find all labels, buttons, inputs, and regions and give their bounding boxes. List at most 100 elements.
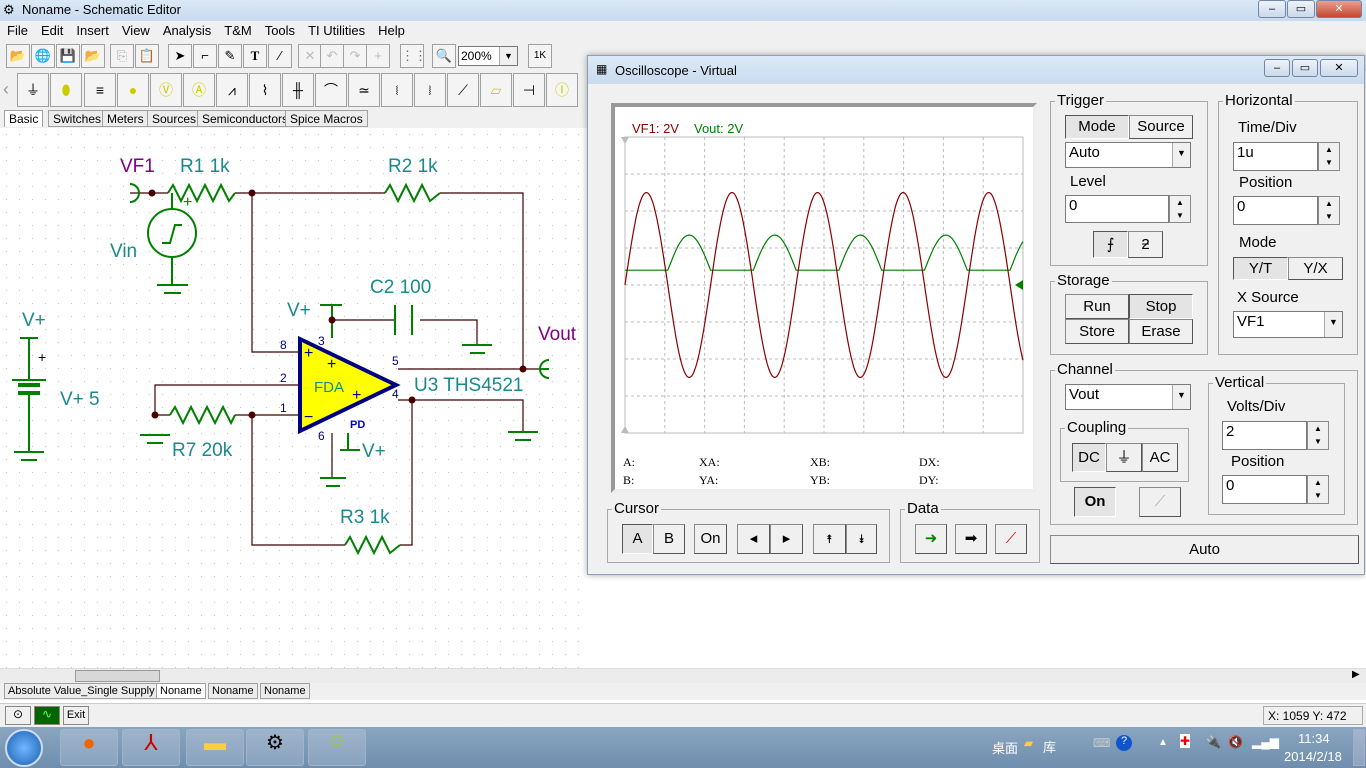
inductor-icon[interactable]: ⌒ — [315, 73, 347, 107]
storage-run-button[interactable]: Run — [1065, 294, 1129, 319]
tab-spice-macros[interactable]: Spice Macros — [285, 110, 368, 127]
open-folder-icon[interactable]: 📂 — [81, 44, 105, 68]
v-position-input[interactable]: 0 — [1222, 475, 1307, 504]
volts-div-spinner[interactable]: ▲ ▼ — [1307, 421, 1329, 450]
scope-maximize-button[interactable]: ▭ — [1292, 59, 1318, 77]
waveform-icon[interactable]: ∿ — [34, 706, 60, 725]
app-task[interactable]: ☺ — [308, 729, 366, 766]
menu-view[interactable]: View — [115, 21, 156, 38]
doc-tab-noname-2[interactable]: Noname — [208, 683, 258, 699]
cursor-up-button[interactable]: ⯭ — [813, 524, 846, 554]
show-hidden-icons[interactable]: ▲ — [1158, 737, 1168, 748]
capacitor-icon[interactable]: ╫ — [282, 73, 314, 107]
volts-div-input[interactable]: 2 — [1222, 421, 1307, 450]
h-position-input[interactable]: 0 — [1233, 196, 1318, 225]
horizontal-scrollbar[interactable]: ▶ — [0, 668, 1366, 683]
scrollbar-thumb[interactable] — [75, 670, 160, 682]
exit-button[interactable]: Exit — [63, 706, 89, 725]
network-icon[interactable]: ▂▄▆ — [1252, 735, 1279, 749]
close-button[interactable]: ✕ — [1316, 0, 1362, 18]
scroll-left-icon[interactable]: ‹ — [3, 79, 9, 100]
menu-insert[interactable]: Insert — [69, 21, 115, 38]
library-label[interactable]: 库 — [1043, 737, 1056, 756]
trigger-mode-button[interactable]: Mode — [1065, 115, 1129, 139]
menu-tm[interactable]: T&M — [217, 21, 257, 38]
copy-icon[interactable]: ⎘ — [110, 44, 134, 68]
cursor-right-button[interactable]: ▸ — [770, 524, 803, 554]
junction-icon[interactable]: + — [366, 44, 390, 68]
current-source-icon[interactable]: ⬮ — [50, 73, 82, 107]
pointer-icon[interactable]: ➤ — [168, 44, 192, 68]
open-icon[interactable]: 📂 — [6, 44, 30, 68]
schematic-canvas[interactable]: VF1 R1 1k R2 1k Vin + C2 100 V+ V+ + V+ … — [0, 128, 587, 668]
probe-icon[interactable]: ⟋ — [1139, 487, 1181, 517]
scope-close-button[interactable]: ✕ — [1320, 59, 1358, 77]
ammeter-icon[interactable]: Ⓐ — [183, 73, 215, 107]
tab-semiconductors[interactable]: Semiconductors — [197, 110, 294, 127]
curve-icon[interactable]: ⟋ — [995, 524, 1027, 554]
cursor-on-button[interactable]: On — [694, 524, 727, 554]
core-inductor-icon[interactable]: ≃ — [348, 73, 380, 107]
x-source-select[interactable]: VF1 ▼ — [1233, 311, 1343, 338]
tina-task[interactable]: ⚙ — [246, 729, 304, 766]
maximize-button[interactable]: ▭ — [1287, 0, 1315, 18]
web-icon[interactable]: 🌐 — [31, 44, 55, 68]
menu-analysis[interactable]: Analysis — [156, 21, 217, 38]
save-icon[interactable]: 💾 — [56, 44, 80, 68]
yx-mode-button[interactable]: Y/X — [1288, 257, 1343, 280]
menu-edit[interactable]: Edit — [34, 21, 69, 38]
cursor-a-button[interactable]: A — [622, 524, 653, 554]
thermistor-icon[interactable]: ▱ — [480, 73, 512, 107]
doc-tab-noname-3[interactable]: Noname — [260, 683, 310, 699]
cursor-b-button[interactable]: B — [653, 524, 685, 554]
menu-ti-utilities[interactable]: TI Utilities — [301, 21, 371, 38]
resistor-icon[interactable]: ⩘ — [216, 73, 248, 107]
clock-date[interactable]: 2014/2/18 — [1284, 749, 1342, 764]
cursor-left-button[interactable]: ◂ — [737, 524, 770, 554]
trigger-source-button[interactable]: Source — [1129, 115, 1193, 139]
potentiometer-icon[interactable]: ⌇ — [249, 73, 281, 107]
tab-sources[interactable]: Sources — [147, 110, 202, 127]
voltmeter-icon[interactable]: Ⓥ — [150, 73, 182, 107]
time-div-input[interactable]: 1u — [1233, 142, 1318, 171]
storage-stop-button[interactable]: Stop — [1129, 294, 1193, 319]
cursor-down-button[interactable]: ⯯ — [846, 524, 877, 554]
coupling-dc-button[interactable]: DC — [1072, 443, 1106, 472]
ic-source-icon[interactable]: Ⓘ — [546, 73, 578, 107]
power-icon[interactable]: 🔌 — [1206, 735, 1221, 749]
menu-file[interactable]: File — [0, 21, 34, 38]
text-icon[interactable]: T — [243, 44, 267, 68]
tab-meters[interactable]: Meters — [102, 110, 149, 127]
storage-store-button[interactable]: Store — [1065, 319, 1129, 344]
menu-tools[interactable]: Tools — [258, 21, 301, 38]
security-icon[interactable]: ✚ — [1180, 734, 1191, 748]
pen-icon[interactable]: ✎ — [218, 44, 242, 68]
voltage-generator-icon[interactable]: ● — [117, 73, 149, 107]
pdf-reader-task[interactable]: ⅄ — [122, 729, 180, 766]
resistor-value-icon[interactable]: 1K — [528, 44, 552, 68]
wire-icon[interactable]: ⌐ — [193, 44, 217, 68]
v-position-spinner[interactable]: ▲ ▼ — [1307, 475, 1329, 504]
explorer-task[interactable]: ▬ — [186, 729, 244, 766]
firefox-task[interactable]: ● — [60, 729, 118, 766]
level-input[interactable]: 0 — [1065, 195, 1169, 223]
start-button[interactable] — [5, 729, 43, 767]
export-data-icon[interactable]: ➜ — [915, 524, 947, 554]
wire-end-icon[interactable]: ⊣ — [513, 73, 545, 107]
keyboard-icon[interactable]: ⌨ — [1093, 736, 1110, 750]
auto-button[interactable]: Auto — [1050, 535, 1359, 564]
grid-icon[interactable]: ⋮⋮ — [400, 44, 427, 68]
minimize-button[interactable]: ‒ — [1258, 0, 1286, 18]
menu-help[interactable]: Help — [371, 21, 411, 38]
tab-basic[interactable]: Basic — [4, 110, 44, 127]
tab-switches[interactable]: Switches — [48, 110, 107, 127]
clock-time[interactable]: 11:34 — [1298, 731, 1330, 746]
channel-select[interactable]: Vout ▼ — [1065, 384, 1191, 410]
battery-icon[interactable]: ≡ — [84, 73, 116, 107]
volume-muted-icon[interactable]: 🔇 — [1228, 735, 1243, 749]
scope-minimize-button[interactable]: ‒ — [1264, 59, 1290, 77]
paste-icon[interactable]: 📋 — [135, 44, 159, 68]
coupled-inductor-icon[interactable]: ⧙ — [381, 73, 413, 107]
yt-mode-button[interactable]: Y/T — [1233, 257, 1288, 280]
scope-display[interactable]: VF1: 2V Vout: 2V A: XA: XB: DX: B: YA: Y… — [611, 103, 1037, 493]
